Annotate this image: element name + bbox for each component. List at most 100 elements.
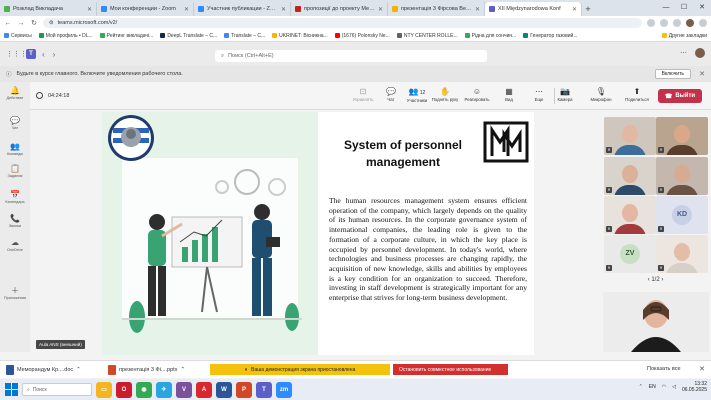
- close-icon[interactable]: ✕: [699, 365, 705, 373]
- wifi-icon[interactable]: ◠: [662, 384, 666, 390]
- viber-icon[interactable]: V: [176, 381, 192, 398]
- browser-tab[interactable]: Розклад Викладача ✕: [0, 2, 97, 16]
- close-icon[interactable]: ✕: [699, 70, 705, 78]
- extensions-icon[interactable]: [660, 19, 668, 27]
- forward-icon[interactable]: →: [17, 20, 25, 27]
- opera-icon[interactable]: O: [116, 381, 132, 398]
- toolbar-mic-off-button[interactable]: 🎙 Микрофон: [586, 87, 616, 103]
- show-all-downloads-link[interactable]: Показать все: [647, 366, 681, 372]
- browser-tab[interactable]: Мои конференции - Zoom ✕: [97, 2, 194, 16]
- language-indicator[interactable]: EN: [649, 384, 656, 390]
- rail-item-phone[interactable]: 📞 Звонки: [0, 214, 30, 229]
- toolbar-share-button[interactable]: ⬆ Поделиться: [622, 87, 652, 103]
- bookmark-item[interactable]: NTY CENTER ROLLE...: [396, 33, 458, 39]
- word-icon[interactable]: W: [216, 381, 232, 398]
- close-icon[interactable]: ✕: [184, 6, 189, 13]
- more-icon[interactable]: ⋯: [680, 49, 687, 57]
- close-icon[interactable]: ✕: [572, 6, 577, 13]
- back-icon[interactable]: ‹: [42, 50, 45, 59]
- participant-tile[interactable]: ✕: [604, 157, 656, 195]
- bookmark-item[interactable]: Рідна для сончин...: [464, 33, 516, 39]
- rail-item-chat[interactable]: 💬 Чат: [0, 116, 30, 131]
- maximize-icon[interactable]: ☐: [675, 0, 693, 16]
- bookmark-item[interactable]: Мой профиль • DL...: [38, 33, 93, 39]
- clock[interactable]: 13:32 06.05.2025: [682, 381, 707, 393]
- bookmark-item[interactable]: DeepL Translate – С...: [160, 33, 217, 39]
- toolbar-react-button[interactable]: ☺ Реагировать: [462, 87, 492, 103]
- participant-tile[interactable]: KD ✕: [656, 196, 708, 234]
- toolbar-view-button[interactable]: ▦ Вид: [494, 87, 524, 103]
- zoom-icon[interactable]: zm: [276, 381, 292, 398]
- files-icon[interactable]: ▭: [96, 381, 112, 398]
- close-icon[interactable]: ✕: [87, 6, 92, 13]
- other-bookmarks-folder[interactable]: Другие закладки: [661, 32, 707, 39]
- participant-tile[interactable]: ✕: [656, 235, 708, 273]
- rail-item-bell[interactable]: 🔔 Действие: [0, 86, 30, 101]
- participant-tile[interactable]: ✕: [656, 117, 708, 155]
- powerpoint-icon[interactable]: P: [236, 381, 252, 398]
- menu-icon[interactable]: [699, 19, 707, 27]
- chevron-up-icon[interactable]: ⌃: [76, 367, 81, 373]
- bookmark-item[interactable]: Сервисы: [4, 33, 32, 39]
- close-icon[interactable]: ✕: [475, 6, 480, 13]
- leave-button[interactable]: ☎ Выйти: [658, 89, 702, 103]
- toolbar-camera-off-button[interactable]: 📷 Камера: [550, 87, 580, 103]
- volume-icon[interactable]: ◁: [672, 384, 676, 390]
- chevron-up-icon[interactable]: ⌃: [180, 367, 185, 373]
- rail-item-assignments[interactable]: 📋 Задания: [0, 164, 30, 179]
- url-input[interactable]: ⊜ teams.microsoft.com/v2/: [43, 18, 642, 28]
- site-info-icon[interactable]: ⊜: [49, 20, 54, 26]
- participant-tile[interactable]: ✕: [656, 157, 708, 195]
- rail-item-calendar[interactable]: 📅 Календарь: [0, 190, 30, 205]
- bookmark-item[interactable]: Рейтинг викладачі...: [99, 33, 153, 39]
- close-icon[interactable]: ✕: [693, 0, 711, 16]
- bookmark-label: Сервисы: [11, 32, 32, 39]
- download-item[interactable]: презентація 3 Фі....pptx ⌃: [108, 364, 185, 376]
- teams-icon: 👥: [10, 142, 20, 151]
- downloads-icon[interactable]: [673, 19, 681, 27]
- enable-notifications-button[interactable]: Включить: [654, 69, 691, 79]
- participant-tile[interactable]: ✕: [604, 117, 656, 155]
- toolbar-manage-button[interactable]: ⊡ Управлять: [348, 87, 378, 103]
- participant-tile[interactable]: ZV ✕: [604, 235, 656, 273]
- download-item[interactable]: Меморандум Кр....doc ⌃: [6, 364, 81, 376]
- app-launcher-icon[interactable]: ⋮⋮⋮: [6, 50, 27, 58]
- close-icon[interactable]: ✕: [378, 6, 383, 13]
- minimize-icon[interactable]: —: [657, 0, 675, 16]
- new-tab-button[interactable]: +: [582, 2, 594, 16]
- acrobat-icon[interactable]: A: [196, 381, 212, 398]
- stop-sharing-button[interactable]: Остановить совместное использование: [393, 364, 508, 375]
- chrome-icon[interactable]: ◉: [136, 381, 152, 398]
- profile-avatar[interactable]: [686, 19, 694, 27]
- bookmark-item[interactable]: Генератор газовий...: [523, 33, 578, 39]
- windows-start-button[interactable]: [4, 383, 18, 397]
- teams-icon[interactable]: T: [256, 381, 272, 398]
- bookmark-label: Другие закладки: [668, 32, 707, 39]
- browser-tab[interactable]: пропозиції до проекту Мемо ✕: [291, 2, 388, 16]
- bookmark-item[interactable]: Translate – C...: [224, 33, 265, 39]
- close-icon[interactable]: ✕: [281, 6, 286, 13]
- self-video-tile[interactable]: [603, 292, 709, 352]
- toolbar-raise-hand-button[interactable]: ✋ Поднять руку: [430, 87, 460, 103]
- telegram-icon[interactable]: ✈: [156, 381, 172, 398]
- participant-tile[interactable]: ✕: [604, 196, 656, 234]
- chevron-up-icon[interactable]: ⌃: [639, 384, 643, 390]
- avatar[interactable]: [695, 48, 705, 58]
- chevron-right-icon[interactable]: ›: [661, 277, 663, 283]
- browser-tab[interactable]: Участник публикации - Zoom ✕: [194, 2, 291, 16]
- chevron-left-icon[interactable]: ‹: [648, 277, 650, 283]
- search-input[interactable]: ⌕ Поиск (Ctrl+Alt+E): [215, 50, 487, 62]
- rail-item-apps[interactable]: ＋ Приложения: [0, 286, 30, 301]
- reload-icon[interactable]: ↻: [30, 19, 38, 27]
- rail-item-teams[interactable]: 👥 Команды: [0, 142, 30, 157]
- back-icon[interactable]: ←: [4, 20, 12, 27]
- taskbar-search-input[interactable]: ⌕ Поиск: [22, 383, 92, 396]
- toolbar-people-button[interactable]: 👥12 Участники: [402, 87, 432, 104]
- bookmark-item[interactable]: (1676) Polonsky Ne...: [334, 33, 390, 39]
- forward-icon[interactable]: ›: [53, 50, 56, 59]
- bookmark-item[interactable]: UKRINET: Вісникна...: [272, 33, 328, 39]
- rail-item-cloud[interactable]: ☁ OneDrive: [0, 238, 30, 253]
- browser-tab[interactable]: презентація 3 Фірсова Веро ✕: [388, 2, 485, 16]
- bookmark-star-icon[interactable]: [647, 19, 655, 27]
- browser-tab[interactable]: XII Międzynarodowa Konf ✕: [485, 2, 582, 16]
